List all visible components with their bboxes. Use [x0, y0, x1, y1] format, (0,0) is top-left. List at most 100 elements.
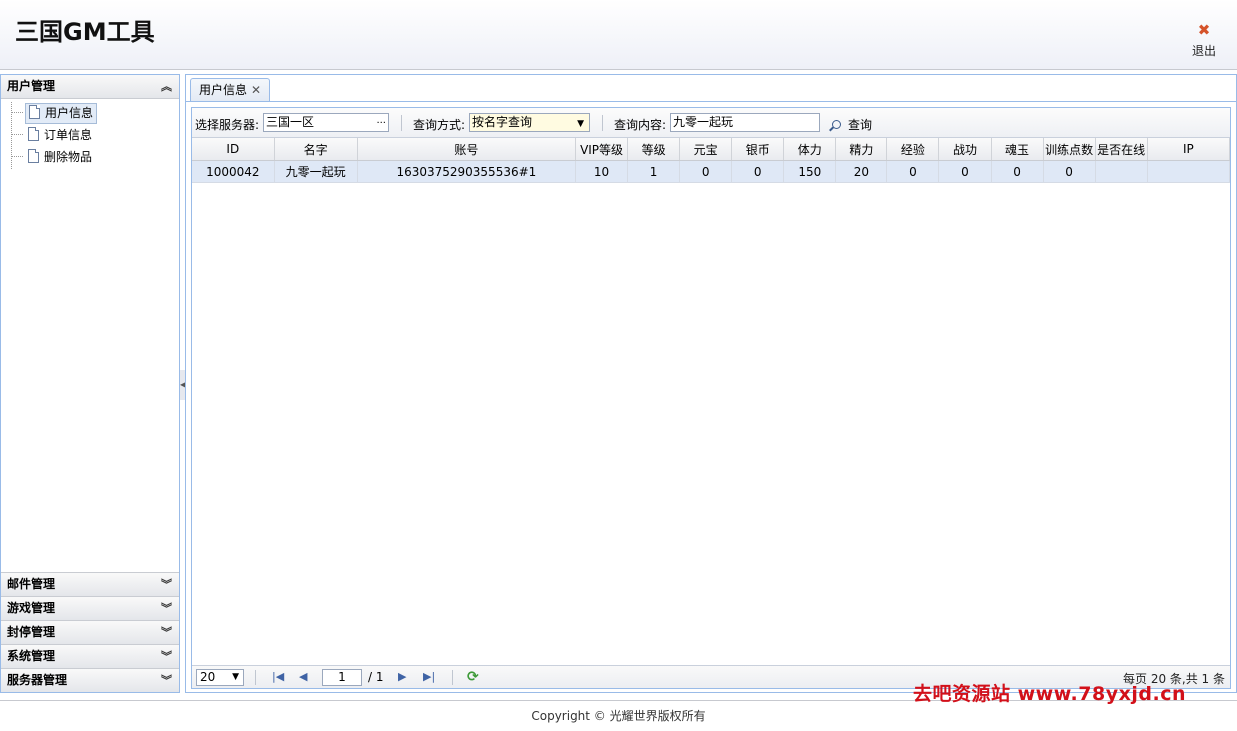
query-content-input[interactable]: 九零一起玩: [670, 113, 820, 132]
column-header-training-points[interactable]: 训练点数: [1043, 138, 1096, 161]
sidebar-section-user-management[interactable]: 用户管理 ︽: [1, 75, 179, 99]
cell-id: 1000042: [192, 160, 275, 183]
next-page-icon[interactable]: ▶: [398, 670, 406, 683]
ellipsis-icon[interactable]: ···: [376, 115, 386, 132]
cell-gold: 0: [679, 160, 733, 183]
column-header-level[interactable]: 等级: [627, 138, 681, 161]
pager-separator: [255, 670, 256, 685]
prev-page-icon[interactable]: ◀: [299, 670, 307, 683]
sidebar-section-label: 服务器管理: [7, 673, 68, 687]
chevron-down-icon[interactable]: ︾: [161, 645, 172, 668]
cell-account: 1630375290355536#1: [357, 160, 577, 183]
query-content-label: 查询内容:: [614, 118, 667, 132]
column-header-vip-level[interactable]: VIP等级: [575, 138, 629, 161]
query-mode-select[interactable]: 按名字查询 ▼: [469, 113, 590, 132]
column-header-name[interactable]: 名字: [274, 138, 358, 161]
chevron-down-icon[interactable]: ︾: [161, 573, 172, 596]
close-icon: ✖: [1197, 21, 1211, 39]
close-icon[interactable]: ✕: [251, 83, 261, 97]
tree-item-user-info[interactable]: 用户信息: [11, 102, 179, 124]
cell-merit: 0: [938, 160, 992, 183]
cell-online: [1095, 160, 1148, 183]
page-size-select[interactable]: 20 ▼: [196, 669, 244, 686]
cell-silver: 0: [731, 160, 785, 183]
sidebar-section-game-management[interactable]: 游戏管理 ︾: [1, 596, 179, 620]
user-management-tree: 用户信息 订单信息 删除物品: [1, 99, 179, 572]
tab-user-info[interactable]: 用户信息 ✕: [190, 78, 271, 101]
tree-item-order-info[interactable]: 订单信息: [11, 124, 179, 146]
tree-item-delete-items[interactable]: 删除物品: [11, 146, 179, 168]
tab-label: 用户信息: [199, 83, 248, 97]
first-page-icon[interactable]: |◀: [272, 670, 284, 683]
total-pages: / 1: [368, 670, 384, 684]
sidebar-section-label: 游戏管理: [7, 601, 56, 615]
chevron-down-icon[interactable]: ︾: [161, 669, 172, 692]
grid-header-row: ID 名字 账号 VIP等级 等级 元宝 银币 体力 精力 经验 战功 魂玉 训…: [192, 138, 1230, 161]
column-header-exp[interactable]: 经验: [886, 138, 940, 161]
cell-energy: 20: [835, 160, 888, 183]
refresh-icon[interactable]: ⟳: [467, 669, 479, 685]
exit-label: 退出: [1191, 44, 1216, 58]
page-number-input[interactable]: 1: [322, 669, 362, 686]
query-content-value: 九零一起玩: [673, 115, 734, 129]
column-header-account[interactable]: 账号: [357, 138, 577, 161]
search-button[interactable]: 查询: [832, 116, 872, 133]
chevron-up-icon[interactable]: ︽: [161, 75, 172, 98]
column-header-id[interactable]: ID: [192, 138, 275, 161]
query-toolbar: 选择服务器: 三国一区 ··· 查询方式: 按名字查询 ▼ 查询内容: 九零一起…: [192, 108, 1230, 138]
cell-exp: 0: [886, 160, 940, 183]
column-header-soul-jade[interactable]: 魂玉: [991, 138, 1044, 161]
sidebar-section-system-management[interactable]: 系统管理 ︾: [1, 644, 179, 668]
server-label: 选择服务器:: [195, 118, 260, 132]
document-icon: [29, 105, 40, 119]
query-mode-value: 按名字查询: [472, 115, 533, 129]
column-header-merit[interactable]: 战功: [938, 138, 992, 161]
cell-ip: [1147, 160, 1230, 183]
sidebar-section-label: 系统管理: [7, 649, 56, 663]
column-header-gold[interactable]: 元宝: [679, 138, 733, 161]
cell-soul-jade: 0: [991, 160, 1044, 183]
column-header-online[interactable]: 是否在线: [1095, 138, 1148, 161]
sidebar-section-label: 封停管理: [7, 625, 56, 639]
watermark: 去吧资源站 www.78yxjd.cn: [913, 683, 1186, 705]
column-header-ip[interactable]: IP: [1147, 138, 1230, 161]
sidebar-collapsed-sections: 邮件管理 ︾ 游戏管理 ︾ 封停管理 ︾ 系统管理 ︾ 服务器管理 ︾: [1, 572, 179, 692]
toolbar-separator: [401, 115, 402, 131]
copyright-text: Copyright © 光耀世界版权所有: [531, 709, 706, 723]
sidebar-section-label: 邮件管理: [7, 577, 56, 591]
column-header-energy[interactable]: 精力: [835, 138, 888, 161]
sidebar: 用户管理 ︽ 用户信息 订单信息 删除物品 邮件管理 ︾ 游戏管理 ︾ 封停管理 ︾ …: [0, 74, 180, 693]
chevron-down-icon: ▼: [232, 672, 239, 682]
sidebar-section-label: 用户管理: [7, 79, 56, 93]
sidebar-section-mail-management[interactable]: 邮件管理 ︾: [1, 572, 179, 596]
page-size-value: 20: [200, 670, 216, 684]
column-header-stamina[interactable]: 体力: [783, 138, 837, 161]
chevron-down-icon[interactable]: ▼: [577, 116, 584, 133]
cell-vip-level: 10: [575, 160, 629, 183]
search-icon: [832, 120, 841, 129]
tree-item-label: 用户信息: [45, 106, 94, 120]
sidebar-section-ban-management[interactable]: 封停管理 ︾: [1, 620, 179, 644]
cell-level: 1: [627, 160, 681, 183]
query-mode-label: 查询方式:: [413, 118, 466, 132]
tab-bar: 用户信息 ✕: [186, 75, 1236, 102]
table-row[interactable]: 1000042 九零一起玩 1630375290355536#1 10 1 0 …: [192, 160, 1230, 183]
document-icon: [28, 127, 39, 141]
tree-item-label: 订单信息: [44, 128, 93, 142]
cell-stamina: 150: [783, 160, 837, 183]
user-grid: ID 名字 账号 VIP等级 等级 元宝 银币 体力 精力 经验 战功 魂玉 训…: [192, 138, 1230, 667]
app-title: 三国GM工具: [15, 18, 155, 46]
cell-name: 九零一起玩: [274, 160, 358, 183]
app-header: 三国GM工具 ✖ 退出: [0, 0, 1237, 70]
chevron-down-icon[interactable]: ︾: [161, 597, 172, 620]
tree-item-label: 删除物品: [44, 150, 93, 164]
sidebar-section-server-management[interactable]: 服务器管理 ︾: [1, 668, 179, 692]
server-value: 三国一区: [266, 115, 315, 129]
pager-separator: [452, 670, 453, 685]
last-page-icon[interactable]: ▶|: [423, 670, 435, 683]
exit-button[interactable]: ✖ 退出: [1190, 22, 1218, 59]
server-select[interactable]: 三国一区 ···: [263, 113, 389, 132]
chevron-down-icon[interactable]: ︾: [161, 621, 172, 644]
document-icon: [28, 149, 39, 163]
column-header-silver[interactable]: 银币: [731, 138, 785, 161]
